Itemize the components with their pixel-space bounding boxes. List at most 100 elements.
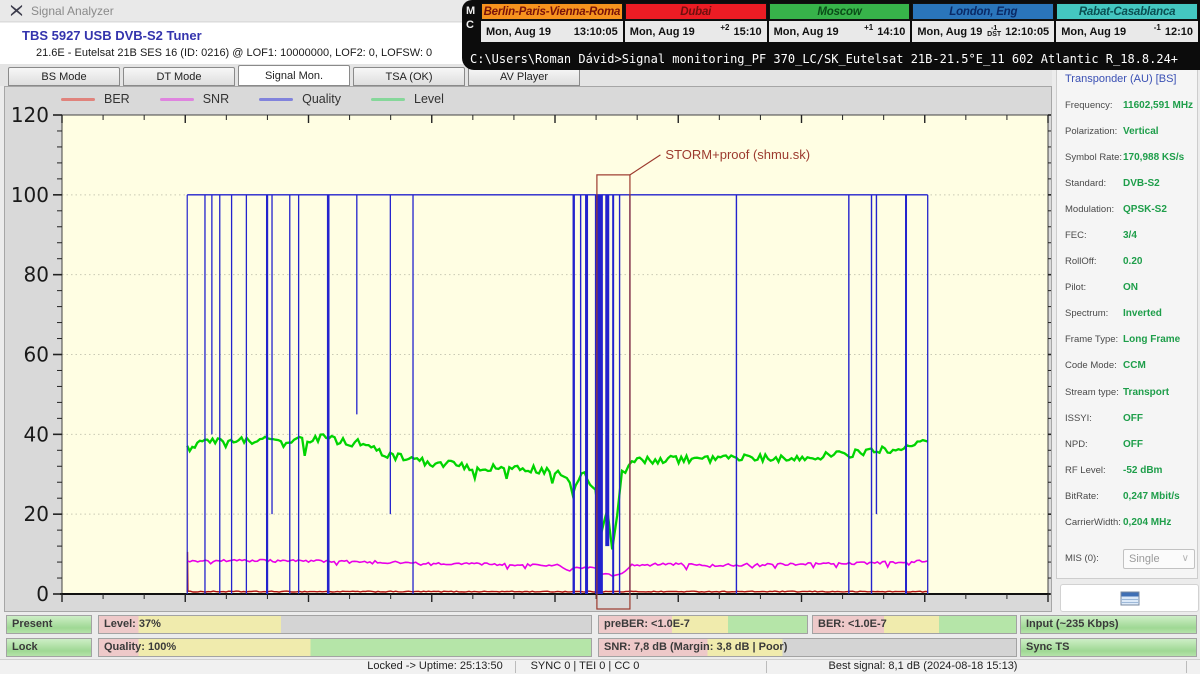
tp-label: BitRate:	[1065, 491, 1123, 502]
present-indicator: Present	[6, 615, 92, 634]
tp-value: OFF	[1123, 413, 1197, 424]
table-icon	[1120, 591, 1140, 606]
tp-value: DVB-S2	[1123, 178, 1197, 189]
tab-tsa-ok[interactable]: TSA (OK)	[353, 67, 465, 86]
clock-city-label: Moscow	[769, 3, 911, 20]
transponder-row-pilot: Pilot:ON	[1065, 275, 1197, 301]
transponder-row-rf-level: RF Level:-52 dBm	[1065, 457, 1197, 483]
clipped-letter: M	[466, 5, 481, 17]
legend-item-ber: BER	[61, 92, 130, 106]
clock-date: Mon, Aug 19	[774, 26, 839, 38]
clock-time: 14:10	[877, 26, 905, 38]
legend-item-quality: Quality	[259, 92, 341, 106]
snr-bar: SNR: 7,8 dB (Margin: 3,8 dB | Poor)	[598, 638, 1017, 657]
mis-label: MIS (0):	[1065, 553, 1123, 564]
clock-utc-offset: +2	[720, 21, 729, 32]
tuner-details: 21.6E - Eutelsat 21B SES 16 (ID: 0216) @…	[36, 47, 432, 59]
legend-swatch	[160, 98, 194, 101]
app-icon	[10, 4, 23, 17]
legend-label: Quality	[302, 92, 341, 106]
tp-label: Code Mode:	[1065, 360, 1123, 371]
status-bar: Locked -> Uptime: 25:13:50 SYNC 0 | TEI …	[0, 659, 1200, 674]
tp-label: NPD:	[1065, 439, 1123, 450]
transponder-row-bitrate: BitRate:0,247 Mbit/s	[1065, 483, 1197, 509]
transponder-row-frequency: Frequency:11602,591 MHz	[1065, 92, 1197, 118]
window-title: Signal Analyzer	[31, 4, 114, 18]
show-transponder-table-button[interactable]	[1060, 584, 1199, 612]
legend-item-snr: SNR	[160, 92, 229, 106]
tp-value: 0.20	[1123, 256, 1197, 267]
clock-city-label: London, Eng	[912, 3, 1054, 20]
clock-utc-offset: -1	[1154, 21, 1161, 32]
legend-swatch	[259, 98, 293, 101]
transponder-row-issyi: ISSYI:OFF	[1065, 405, 1197, 431]
clock-datetime: Mon, Aug 19 +2 15:10	[625, 21, 767, 42]
tp-label: Symbol Rate:	[1065, 152, 1123, 163]
svg-text:80: 80	[24, 263, 49, 287]
tp-label: RF Level:	[1065, 465, 1123, 476]
transponder-row-standard: Standard:DVB-S2	[1065, 170, 1197, 196]
transponder-row-carrierwidth: CarrierWidth:0,204 MHz	[1065, 510, 1197, 536]
clock-time: 15:10	[733, 26, 761, 38]
tp-value: CCM	[1123, 360, 1197, 371]
status-sync-counters: SYNC 0 | TEI 0 | CC 0	[517, 660, 653, 673]
mis-select[interactable]: Single ∨	[1123, 549, 1195, 569]
clock-date: Mon, Aug 19	[917, 26, 982, 38]
tab-dt-mode[interactable]: DT Mode	[123, 67, 235, 86]
clock-date: Mon, Aug 19	[630, 26, 695, 38]
clock-time: 12:10:05	[1005, 26, 1049, 38]
legend-label: SNR	[203, 92, 229, 106]
transponder-row-fec: FEC:3/4	[1065, 222, 1197, 248]
tp-label: RollOff:	[1065, 256, 1123, 267]
clock-dst-offset: -1DST	[987, 26, 1001, 37]
storm-annotation-label: STORM+proof (shmu.sk)	[665, 147, 810, 162]
ber-bar: BER: <1.0E-7	[812, 615, 1017, 634]
tp-value: 11602,591 MHz	[1123, 100, 1197, 111]
legend-label: Level	[414, 92, 444, 106]
svg-text:40: 40	[24, 422, 49, 446]
tp-label: Spectrum:	[1065, 308, 1123, 319]
legend-label: BER	[104, 92, 130, 106]
tp-value: Vertical	[1123, 126, 1197, 137]
tp-label: FEC:	[1065, 230, 1123, 241]
tp-label: Frame Type:	[1065, 334, 1123, 345]
svg-text:120: 120	[11, 103, 49, 127]
tp-label: Stream type:	[1065, 387, 1123, 398]
legend-swatch	[61, 98, 95, 101]
transponder-row-rolloff: RollOff:0.20	[1065, 249, 1197, 275]
transponder-header: Transponder (AU) [BS]	[1065, 73, 1197, 85]
statusbar-divider	[515, 661, 516, 673]
preber-bar: preBER: <1.0E-7	[598, 615, 808, 634]
level-bar: Level: 37%	[98, 615, 592, 634]
input-rate-indicator: Input (~235 Kbps)	[1020, 615, 1197, 634]
clock-city-label: Berlin-Paris-Vienna-Roma	[481, 3, 623, 20]
clock-rabat-casablanca: Rabat-CasablancaMon, Aug 19-112:10	[1056, 3, 1198, 42]
transponder-row-symbol-rate: Symbol Rate:170,988 KS/s	[1065, 144, 1197, 170]
tp-value: ON	[1123, 282, 1197, 293]
tp-label: Standard:	[1065, 178, 1123, 189]
transponder-row-polarization: Polarization:Vertical	[1065, 118, 1197, 144]
legend-swatch	[371, 98, 405, 101]
status-best-signal: Best signal: 8,1 dB (2024-08-18 15:13)	[763, 660, 1083, 673]
tab-bs-mode[interactable]: BS Mode	[8, 67, 120, 86]
tp-value: Transport	[1123, 387, 1197, 398]
mis-selected-value: Single	[1129, 553, 1160, 565]
tp-value: 3/4	[1123, 230, 1197, 241]
status-uptime: Locked -> Uptime: 25:13:50	[325, 660, 545, 673]
tp-label: Frequency:	[1065, 100, 1123, 111]
tp-label: Pilot:	[1065, 282, 1123, 293]
clock-date: Mon, Aug 19	[1061, 26, 1126, 38]
clock-datetime: Mon, Aug 19 -1DST 12:10:05	[912, 21, 1054, 42]
tab-signal-mon[interactable]: Signal Mon.	[238, 65, 350, 86]
tp-label: Modulation:	[1065, 204, 1123, 215]
signal-chart-panel: BERSNRQualityLevel 020406080100120STORM+…	[4, 86, 1052, 612]
clock-moscow: MoscowMon, Aug 19+114:10	[769, 3, 911, 42]
sync-ts-indicator: Sync TS	[1020, 638, 1197, 657]
statusbar-divider	[766, 661, 767, 673]
world-clock-overlay: MC Berlin-Paris-Vienna-RomaMon, Aug 1913…	[462, 0, 1200, 70]
legend-item-level: Level	[371, 92, 444, 106]
tp-value: 0,247 Mbit/s	[1123, 491, 1197, 502]
transponder-row-spectrum: Spectrum:Inverted	[1065, 301, 1197, 327]
tp-label: ISSYI:	[1065, 413, 1123, 424]
tuner-name: TBS 5927 USB DVB-S2 Tuner	[22, 28, 202, 43]
